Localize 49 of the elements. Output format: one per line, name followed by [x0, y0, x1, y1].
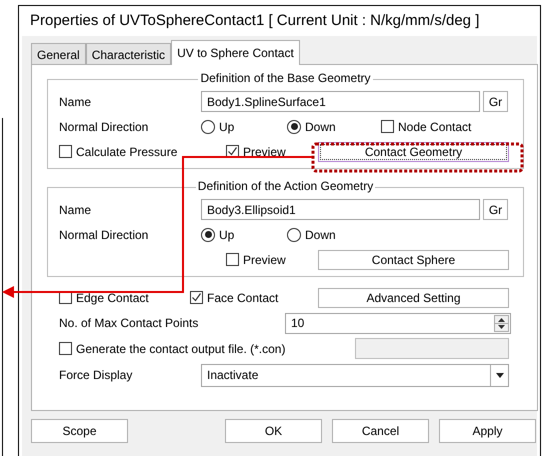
field-label: Name	[59, 202, 92, 218]
name-field[interactable]: Body3.Ellipsoid1	[201, 199, 480, 220]
checkbox-label: Edge Contact	[76, 290, 149, 306]
radio-label: Down	[305, 226, 336, 244]
advanced-setting-button[interactable]: Advanced Setting	[318, 288, 509, 308]
field-label: Normal Direction	[59, 226, 150, 244]
radio-label: Up	[219, 226, 234, 244]
radio-button[interactable]	[201, 228, 215, 242]
dropdown[interactable]: Inactivate	[201, 364, 509, 386]
checkbox[interactable]	[59, 342, 72, 355]
spin-field[interactable]: 10	[285, 312, 511, 334]
window-title: Properties of UVToSphereContact1 [ Current Unit : N/kg/mm/s/deg ]	[29, 11, 480, 31]
tab[interactable]: General	[31, 43, 86, 64]
checkbox[interactable]	[59, 145, 72, 158]
checkbox-label: Preview	[243, 252, 286, 268]
tab[interactable]: Characteristic	[86, 43, 172, 64]
radio-button[interactable]	[287, 120, 301, 134]
radio-label: Up	[219, 118, 234, 136]
dialog-button[interactable]: Cancel	[332, 419, 429, 443]
dropdown-value: Inactivate	[207, 367, 258, 384]
dialog-button[interactable]: Scope	[31, 419, 128, 443]
contact-button[interactable]: Contact Geometry	[318, 142, 509, 162]
checkbox-label: Calculate Pressure	[76, 144, 178, 160]
contact-button[interactable]: Contact Sphere	[318, 250, 509, 270]
tab[interactable]: UV to Sphere Contact	[171, 40, 300, 65]
radio-button[interactable]	[287, 228, 301, 242]
spin-arrows-icon[interactable]	[494, 314, 509, 332]
checkbox[interactable]	[226, 253, 239, 266]
gr-button[interactable]: Gr	[483, 199, 508, 220]
gr-button[interactable]: Gr	[483, 91, 508, 112]
radio-label: Down	[305, 118, 336, 136]
checkbox-label: Node Contact	[398, 118, 472, 136]
group-title: Definition of the Base Geometry	[198, 71, 373, 85]
output-file-field[interactable]	[355, 338, 509, 359]
field-label: Name	[59, 94, 92, 110]
field-label: No. of Max Contact Points	[59, 315, 200, 332]
checkbox-label: Face Contact	[207, 290, 278, 306]
field-label: Normal Direction	[59, 118, 150, 136]
field-label: Force Display	[59, 367, 134, 384]
dialog-button[interactable]: OK	[225, 419, 322, 443]
dialog-button[interactable]: Apply	[439, 419, 536, 443]
checkbox[interactable]	[381, 120, 394, 133]
checkbox[interactable]	[190, 291, 203, 304]
radio-button[interactable]	[201, 120, 215, 134]
spin-value: 10	[291, 315, 304, 332]
checkbox-label: Generate the contact output file. (*.con)	[76, 340, 286, 358]
name-field[interactable]: Body1.SplineSurface1	[201, 91, 480, 112]
checkbox-label: Preview	[243, 144, 286, 160]
group-title: Definition of the Action Geometry	[196, 179, 376, 193]
